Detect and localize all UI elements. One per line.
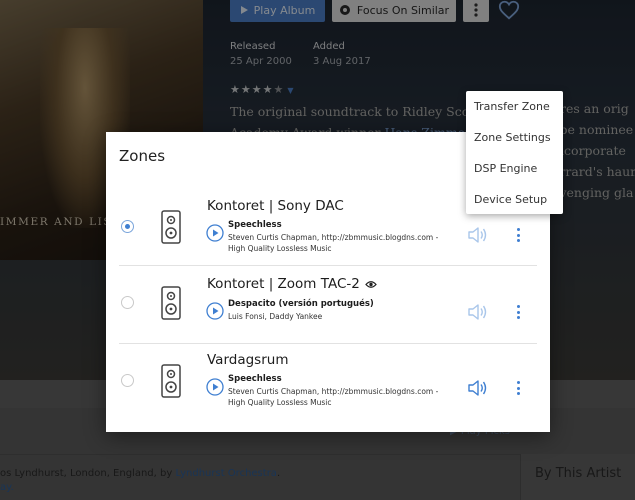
track-artist: Luis Fonsi, Daddy Yankee xyxy=(228,312,323,321)
zone-name: Kontoret | Zoom TAC-2 xyxy=(207,276,377,292)
zone-menu-button[interactable] xyxy=(513,226,523,244)
speaker-icon xyxy=(161,286,181,320)
zone-row[interactable]: Kontoret | Zoom TAC-2 Despacito (versión… xyxy=(119,266,537,344)
zone-name-text: Vardagsrum xyxy=(207,352,289,368)
zone-menu-button[interactable] xyxy=(513,379,523,397)
menu-item-dsp-engine[interactable]: DSP Engine xyxy=(466,157,563,188)
zone-radio-selected[interactable] xyxy=(121,220,134,233)
zone-context-menu: Transfer Zone Zone Settings DSP Engine D… xyxy=(466,91,563,214)
menu-item-zone-settings[interactable]: Zone Settings xyxy=(466,126,563,157)
track-artist: Steven Curtis Chapman, http://zbmmusic.b… xyxy=(228,387,439,407)
volume-icon[interactable] xyxy=(467,302,489,322)
track-title: Despacito (versión portugués) xyxy=(228,299,374,309)
track-title: Speechless xyxy=(228,374,282,384)
play-icon[interactable] xyxy=(206,302,224,320)
zone-name-text: Kontoret | Zoom TAC-2 xyxy=(207,276,360,292)
zone-menu-button[interactable] xyxy=(513,303,523,321)
play-icon[interactable] xyxy=(206,378,224,396)
zone-radio[interactable] xyxy=(121,296,134,309)
speaker-icon xyxy=(161,364,181,398)
volume-icon[interactable] xyxy=(467,378,489,398)
track-artist: Steven Curtis Chapman, http://zbmmusic.b… xyxy=(228,233,439,253)
zone-name: Kontoret | Sony DAC xyxy=(207,198,344,214)
speaker-icon xyxy=(161,210,181,244)
zone-radio[interactable] xyxy=(121,374,134,387)
zone-name: Vardagsrum xyxy=(207,352,288,368)
play-icon[interactable] xyxy=(206,224,224,242)
eye-icon xyxy=(365,280,377,288)
zone-name-text: Kontoret | Sony DAC xyxy=(207,198,344,214)
menu-item-device-setup[interactable]: Device Setup xyxy=(466,188,563,219)
volume-icon[interactable] xyxy=(467,225,489,245)
track-title: Speechless xyxy=(228,220,282,230)
zone-row[interactable]: Vardagsrum Speechless Steven Curtis Chap… xyxy=(119,344,537,422)
menu-item-transfer-zone[interactable]: Transfer Zone xyxy=(466,95,563,126)
dialog-title: Zones xyxy=(119,147,166,165)
